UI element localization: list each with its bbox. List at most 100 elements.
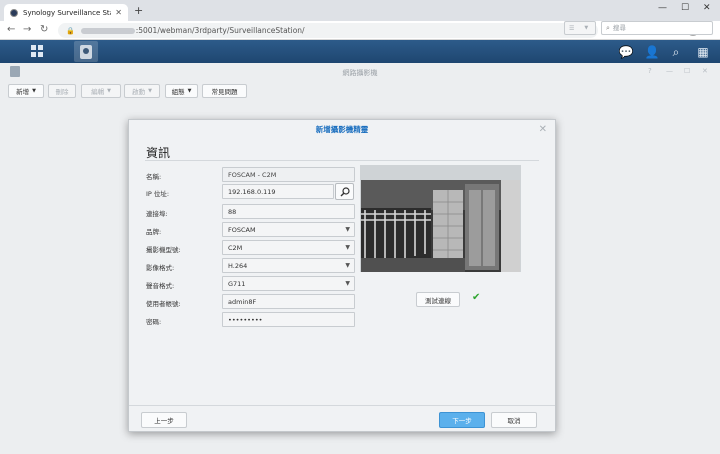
port-value: 88	[228, 207, 237, 216]
port-label: 連接埠:	[146, 210, 168, 218]
password-value: •••••••••	[228, 315, 263, 324]
next-button[interactable]: 下一步	[439, 412, 485, 428]
username-value: admin8F	[228, 297, 257, 306]
test-connection-button[interactable]: 測試連線	[416, 292, 460, 307]
video-format-select[interactable]: H.264 ▼	[222, 258, 355, 273]
ip-search-button[interactable]	[335, 183, 354, 200]
brand-value: FOSCAM	[228, 225, 256, 234]
add-button[interactable]: 新增 ▼	[8, 84, 44, 98]
app-maximize-icon[interactable]: ☐	[684, 67, 690, 75]
name-label: 名稱:	[146, 173, 162, 181]
ip-address-input[interactable]: 192.168.0.119	[222, 184, 334, 199]
dropdown-arrow-icon: ▼	[345, 262, 350, 269]
faq-button[interactable]: 常見問題	[202, 84, 247, 98]
widgets-icon[interactable]: ▦	[695, 44, 711, 60]
username-label: 使用者帳號:	[146, 300, 181, 308]
add-button-label: 新增	[16, 88, 30, 96]
dialog-title: 新增攝影機精靈	[315, 125, 369, 134]
delete-button-label: 刪除	[55, 88, 69, 96]
name-value: FOSCAM - C2M	[228, 170, 277, 179]
model-select[interactable]: C2M ▼	[222, 240, 355, 255]
cancel-button[interactable]: 取消	[491, 412, 537, 428]
previous-label: 上一步	[154, 417, 174, 425]
check-icon: ✔	[472, 292, 481, 303]
audio-format-value: G711	[228, 279, 246, 288]
tab-title: Synology Surveillance Station	[23, 8, 111, 17]
help-icon[interactable]: ?	[648, 67, 652, 75]
divider	[145, 160, 539, 161]
name-field[interactable]: FOSCAM - C2M	[222, 167, 355, 182]
back-arrow-icon[interactable]: ←	[7, 24, 15, 36]
delete-button[interactable]: 刪除	[48, 84, 76, 98]
new-tab-icon[interactable]: +	[134, 5, 143, 17]
dropdown-arrow-icon: ▼	[345, 226, 350, 233]
model-label: 攝影機型號:	[146, 246, 181, 254]
dropdown-arrow-icon: ▼	[345, 244, 350, 251]
app-search-box[interactable]: ⌕	[601, 21, 713, 35]
port-input[interactable]: 88	[222, 204, 355, 219]
app-title: 網路攝影機	[342, 69, 378, 77]
main-menu-icon[interactable]	[31, 45, 43, 57]
add-camera-wizard-dialog: 新增攝影機精靈 ✕ 資訊 名稱: FOSCAM - C2M IP 位址: 192…	[128, 119, 556, 432]
synology-favicon-icon	[10, 8, 18, 17]
group-button-label: 組態	[171, 88, 185, 96]
view-mode-label: ☰	[569, 24, 575, 32]
search-icon[interactable]: ⌕	[668, 44, 684, 60]
search-icon	[340, 186, 350, 196]
password-label: 密碼:	[146, 318, 162, 326]
test-connection-label: 測試連線	[425, 296, 451, 305]
chevron-down-icon: ▼	[32, 88, 36, 94]
enable-button-label: 啟動	[132, 88, 146, 96]
edit-button-label: 編輯	[91, 88, 105, 96]
user-icon[interactable]: 👤	[644, 44, 660, 60]
username-input[interactable]: admin8F	[222, 294, 355, 309]
dialog-close-icon[interactable]: ✕	[539, 124, 547, 135]
url-text: :5001/webman/3rdparty/SurveillanceStatio…	[135, 26, 305, 35]
app-toolbar: 新增 ▼ 刪除 編輯 ▼ 啟動 ▼ 組態 ▼ 常見問題	[0, 82, 720, 102]
camera-preview	[360, 165, 521, 272]
lock-icon: 🔒	[66, 26, 75, 35]
chevron-down-icon: ▼	[148, 88, 152, 94]
chevron-down-icon: ▼	[187, 88, 192, 94]
section-heading: 資訊	[146, 146, 171, 160]
next-label: 下一步	[452, 417, 472, 425]
enable-button[interactable]: 啟動 ▼	[124, 84, 160, 98]
dropdown-arrow-icon: ▼	[345, 280, 350, 287]
redacted-host	[80, 27, 135, 34]
notification-icon[interactable]: 💬	[618, 44, 634, 60]
chevron-down-icon: ▼	[107, 88, 111, 94]
group-button[interactable]: 組態 ▼	[165, 84, 198, 98]
ip-value: 192.168.0.119	[228, 187, 276, 196]
reload-icon[interactable]: ↻	[40, 24, 48, 36]
address-bar[interactable]: 🔒 :5001/webman/3rdparty/SurveillanceStat…	[58, 23, 598, 38]
audio-format-select[interactable]: G711 ▼	[222, 276, 355, 291]
dsm-taskbar: 💬 👤 ⌕ ▦	[0, 40, 720, 63]
previous-button[interactable]: 上一步	[141, 412, 187, 428]
edit-button[interactable]: 編輯 ▼	[81, 84, 121, 98]
cancel-label: 取消	[507, 417, 521, 425]
password-input[interactable]: •••••••••	[222, 312, 355, 327]
brand-select[interactable]: FOSCAM ▼	[222, 222, 355, 237]
minimize-icon[interactable]: —	[658, 3, 667, 13]
camera-snapshot-image	[361, 180, 520, 272]
search-icon: ⌕	[606, 23, 610, 32]
footer-divider	[129, 405, 555, 406]
browser-tabstrip: Synology Surveillance Station ✕ + — ☐ ✕	[0, 0, 720, 21]
faq-button-label: 常見問題	[211, 88, 238, 96]
tab-close-icon[interactable]: ✕	[115, 8, 122, 17]
maximize-icon[interactable]: ☐	[681, 3, 689, 13]
ip-label: IP 位址:	[146, 190, 170, 198]
model-value: C2M	[228, 243, 243, 252]
app-titlebar: 網路攝影機 ? — ☐ ✕	[0, 63, 720, 81]
window-close-icon[interactable]: ✕	[703, 3, 711, 13]
app-minimize-icon[interactable]: —	[666, 67, 673, 75]
app-search-input[interactable]	[612, 24, 703, 32]
video-format-label: 影像格式:	[146, 264, 175, 272]
app-close-icon[interactable]: ✕	[702, 67, 708, 75]
brand-label: 品牌:	[146, 228, 162, 236]
forward-arrow-icon[interactable]: →	[23, 24, 31, 36]
browser-tab[interactable]: Synology Surveillance Station ✕	[4, 4, 128, 21]
view-mode-select[interactable]: ☰ ▼	[564, 21, 596, 35]
surveillance-station-app-icon[interactable]	[74, 41, 98, 62]
video-format-value: H.264	[228, 261, 248, 270]
